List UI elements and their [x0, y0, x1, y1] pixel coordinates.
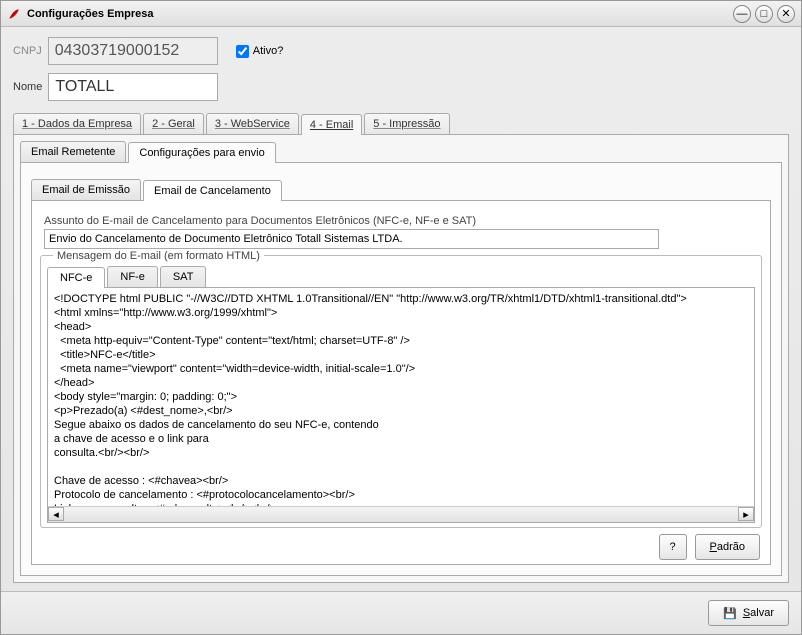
ativo-checkbox-wrap[interactable]: Ativo?	[232, 42, 284, 61]
sub-panel: Email de Emissão Email de Cancelamento A…	[20, 163, 782, 576]
tab-msg-nfce[interactable]: NFC-e	[47, 267, 105, 288]
nome-label: Nome	[13, 81, 42, 93]
scroll-right-button[interactable]: ▸	[738, 507, 754, 521]
message-textarea-wrap: ◂ ▸	[47, 288, 755, 523]
subject-label: Assunto do E-mail de Cancelamento para D…	[44, 215, 762, 227]
app-logo-icon	[7, 7, 21, 21]
tab-dados-empresa[interactable]: 1 - Dados da Empresa	[13, 113, 141, 134]
message-tabs: NFC-e NF-e SAT	[47, 266, 755, 288]
maximize-button[interactable]: □	[755, 5, 773, 23]
tab-email-cancelamento[interactable]: Email de Cancelamento	[143, 180, 282, 201]
titlebar: Configurações Empresa — □ ✕	[1, 1, 801, 27]
maximize-icon: □	[761, 8, 768, 20]
tab-geral[interactable]: 2 - Geral	[143, 113, 204, 134]
tab-msg-sat[interactable]: SAT	[160, 266, 207, 287]
salvar-button[interactable]: 💾 Salvar	[708, 600, 789, 626]
window-title: Configurações Empresa	[27, 8, 729, 20]
sub2-tabs: Email de Emissão Email de Cancelamento	[31, 179, 771, 201]
padrao-button[interactable]: Padrão	[695, 534, 760, 560]
cnpj-label: CNPJ	[13, 45, 42, 57]
salvar-label: Salvar	[743, 607, 774, 619]
cnpj-field[interactable]	[48, 37, 218, 65]
nome-field[interactable]	[48, 73, 218, 101]
tab-email[interactable]: 4 - Email	[301, 114, 362, 135]
main-panel: Email Remetente Configurações para envio…	[13, 135, 789, 583]
ativo-label: Ativo?	[253, 45, 284, 57]
tab-email-emissao[interactable]: Email de Emissão	[31, 179, 141, 200]
close-icon: ✕	[781, 7, 790, 20]
app-window: Configurações Empresa — □ ✕ CNPJ Ativo? …	[0, 0, 802, 635]
save-icon: 💾	[723, 607, 737, 620]
message-legend: Mensagem do E-mail (em formato HTML)	[53, 250, 264, 262]
sub-tabs: Email Remetente Configurações para envio	[20, 141, 782, 163]
ativo-checkbox[interactable]	[236, 45, 249, 58]
horizontal-scrollbar[interactable]: ◂ ▸	[48, 506, 754, 522]
subject-input[interactable]	[44, 229, 659, 249]
padrao-label: Padrão	[710, 541, 745, 553]
header-row-1: CNPJ Ativo?	[13, 37, 789, 65]
minimize-icon: —	[737, 8, 748, 20]
tab-msg-nfe[interactable]: NF-e	[107, 266, 157, 287]
sub2-panel: Assunto do E-mail de Cancelamento para D…	[31, 201, 771, 565]
help-button[interactable]: ?	[659, 534, 687, 560]
close-button[interactable]: ✕	[777, 5, 795, 23]
main-tabs: 1 - Dados da Empresa 2 - Geral 3 - WebSe…	[13, 113, 789, 135]
panel-button-row: ? Padrão	[40, 528, 762, 560]
tab-webservice[interactable]: 3 - WebService	[206, 113, 299, 134]
triangle-left-icon: ◂	[53, 508, 59, 521]
scroll-left-button[interactable]: ◂	[48, 507, 64, 521]
message-textarea[interactable]	[48, 288, 754, 506]
tab-impressao[interactable]: 5 - Impressão	[364, 113, 449, 134]
tab-email-remetente[interactable]: Email Remetente	[20, 141, 126, 162]
tab-config-envio[interactable]: Configurações para envio	[128, 142, 275, 163]
message-fieldset: Mensagem do E-mail (em formato HTML) NFC…	[40, 255, 762, 528]
content-area: CNPJ Ativo? Nome 1 - Dados da Empresa 2 …	[1, 27, 801, 591]
footer: 💾 Salvar	[1, 591, 801, 634]
triangle-right-icon: ▸	[743, 508, 749, 521]
header-row-2: Nome	[13, 73, 789, 101]
help-label: ?	[669, 541, 675, 553]
minimize-button[interactable]: —	[733, 5, 751, 23]
